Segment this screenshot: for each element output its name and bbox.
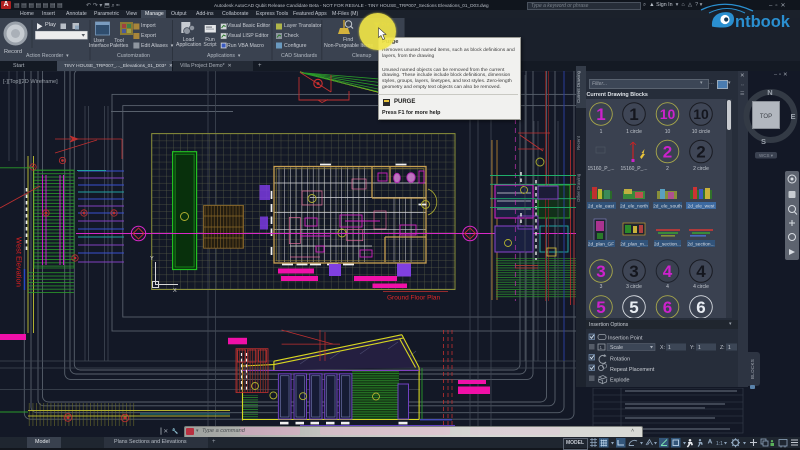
svg-text:Repeat Placement: Repeat Placement: [610, 367, 655, 373]
svg-text:2: 2: [666, 166, 669, 172]
svg-text:3: 3: [600, 284, 603, 290]
svg-text:3: 3: [596, 262, 605, 281]
svg-text:15160_P_...: 15160_P_...: [588, 166, 615, 172]
svg-text:Ground Floor Plan: Ground Floor Plan: [387, 295, 440, 302]
svg-text:2d_section...: 2d_section...: [654, 242, 681, 248]
svg-text:2d_ele_north: 2d_ele_north: [620, 204, 648, 210]
svg-text:TOP: TOP: [760, 114, 772, 120]
svg-text:Y: Y: [150, 256, 154, 262]
svg-text:1: 1: [629, 105, 638, 124]
svg-text:6: 6: [663, 298, 672, 317]
svg-text:Z:: Z:: [720, 345, 725, 351]
svg-text:10 circle: 10 circle: [692, 129, 711, 135]
svg-text:6: 6: [696, 298, 705, 317]
svg-text:Insertion Point: Insertion Point: [608, 336, 643, 342]
svg-text:E: E: [790, 112, 795, 121]
svg-text:WCS ▾: WCS ▾: [759, 153, 774, 158]
svg-text:X: X: [173, 288, 177, 294]
svg-text:1:1: 1:1: [716, 441, 723, 447]
svg-text:1 circle: 1 circle: [626, 129, 642, 135]
svg-text:N: N: [767, 88, 772, 97]
svg-text:5: 5: [629, 298, 638, 317]
svg-text:3 circle: 3 circle: [626, 284, 642, 290]
svg-text:10: 10: [665, 129, 671, 135]
svg-text:4 circle: 4 circle: [693, 284, 709, 290]
svg-text:10: 10: [693, 106, 709, 122]
svg-text:1: 1: [668, 345, 671, 351]
svg-text:Scale: Scale: [610, 345, 623, 351]
svg-text:2d_plan_GF: 2d_plan_GF: [588, 242, 614, 248]
svg-text:3: 3: [629, 262, 638, 281]
svg-text:2d_ele_west: 2d_ele_west: [688, 204, 716, 210]
svg-text:4: 4: [663, 262, 673, 281]
svg-text:West Elevation: West Elevation: [15, 237, 24, 287]
svg-text:2d_plan_m...: 2d_plan_m...: [620, 242, 648, 248]
svg-text:15160_P_...: 15160_P_...: [621, 166, 648, 172]
svg-text:ntbook: ntbook: [735, 13, 791, 31]
svg-text:2d_ele_east: 2d_ele_east: [588, 204, 615, 210]
svg-text:Explode: Explode: [610, 378, 629, 384]
svg-text:Y:: Y:: [690, 345, 695, 351]
svg-text:2: 2: [663, 143, 672, 162]
svg-text:1: 1: [600, 129, 603, 135]
svg-text:5: 5: [596, 298, 605, 317]
svg-text:1: 1: [600, 345, 603, 350]
svg-text:4: 4: [696, 262, 706, 281]
svg-text:1: 1: [596, 105, 605, 124]
svg-text:S: S: [761, 137, 766, 146]
svg-text:Rotation: Rotation: [610, 357, 630, 363]
svg-text:2 circle: 2 circle: [693, 166, 709, 172]
svg-text:1: 1: [728, 345, 731, 351]
svg-text:X:: X:: [660, 345, 665, 351]
svg-text:1: 1: [698, 345, 701, 351]
svg-text:10: 10: [660, 106, 676, 122]
svg-text:2d_section...: 2d_section...: [687, 242, 714, 248]
svg-text:2: 2: [696, 143, 705, 162]
svg-text:4: 4: [666, 284, 669, 290]
svg-text:2d_ele_south: 2d_ele_south: [653, 204, 682, 210]
